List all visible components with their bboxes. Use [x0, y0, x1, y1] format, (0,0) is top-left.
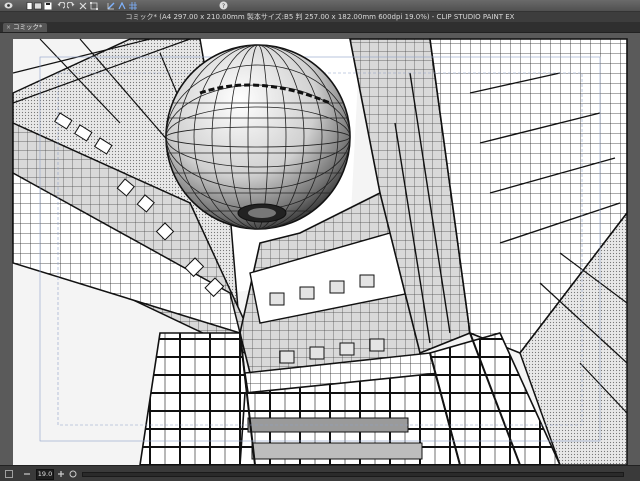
- help-icon[interactable]: ?: [218, 1, 228, 10]
- undo-icon[interactable]: [56, 1, 66, 10]
- canvas-area[interactable]: [0, 33, 640, 465]
- zoom-in-icon[interactable]: [56, 469, 66, 478]
- snap-ruler-icon[interactable]: [106, 1, 116, 10]
- transform-icon[interactable]: [89, 1, 99, 10]
- canvas-artwork[interactable]: [0, 33, 640, 465]
- open-file-icon[interactable]: [33, 1, 43, 10]
- redo-icon[interactable]: [66, 1, 76, 10]
- tab-label: コミック*: [13, 23, 43, 31]
- status-bar: 19.0: [0, 465, 640, 481]
- lower-left-leg: [139, 332, 256, 465]
- status-slider-track[interactable]: [82, 472, 624, 477]
- svg-text:?: ?: [221, 3, 224, 10]
- command-bar: ?: [0, 0, 640, 12]
- sphere-observatory: [165, 44, 351, 230]
- zoom-out-icon[interactable]: [22, 469, 32, 478]
- document-tab-bar: × コミック*: [0, 22, 640, 33]
- snap-grid-icon[interactable]: [128, 1, 138, 10]
- tab-document[interactable]: × コミック*: [3, 23, 48, 32]
- save-icon[interactable]: [43, 1, 53, 10]
- clear-icon[interactable]: [78, 1, 88, 10]
- rotate-icon[interactable]: [68, 469, 78, 478]
- navigator-icon[interactable]: [4, 469, 14, 478]
- snap-special-ruler-icon[interactable]: [117, 1, 127, 10]
- window-title: コミック* (A4 297.00 x 210.00mm 製本サイズ:B5 判 2…: [0, 12, 640, 22]
- zoom-input[interactable]: 19.0: [36, 469, 54, 480]
- app-menu-icon[interactable]: [3, 1, 13, 10]
- close-icon[interactable]: ×: [6, 23, 11, 32]
